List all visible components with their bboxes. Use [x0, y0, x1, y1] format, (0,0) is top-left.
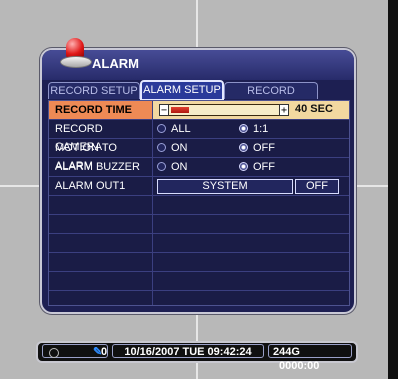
slider-fill: [171, 107, 189, 113]
row-alarm-buzzer: ALARM BUZZER ON OFF: [49, 158, 349, 177]
screen-edge: [388, 0, 398, 379]
radio-icon: [157, 162, 166, 171]
alarm-siren-icon: [58, 34, 92, 68]
radio-selected-icon: [239, 162, 248, 171]
status-bar: ✎ 0 10/16/2007 TUE 09:42:24 244G 0000:00: [36, 341, 358, 372]
storage-display: 244G 0000:00: [268, 344, 352, 372]
slider-decrease-button[interactable]: −: [159, 104, 169, 116]
motion-to-alarm-option-on[interactable]: ON: [157, 142, 188, 154]
empty-row: [49, 291, 349, 305]
alarm-setup-window: ALARM RECORD SETUP ALARM SETUP RECORD EN…: [40, 38, 356, 314]
radio-selected-icon: [239, 143, 248, 152]
alarm-buzzer-option-off[interactable]: OFF: [239, 161, 275, 173]
alarm-buzzer-option-on[interactable]: ON: [157, 161, 188, 173]
storage-capacity: 244G: [273, 346, 300, 358]
empty-row: [49, 234, 349, 253]
channel-count: 0: [101, 346, 108, 358]
settings-table: RECORD TIME − + 40 SEC RECORD CAMERA ALL…: [48, 100, 350, 306]
empty-row: [49, 272, 349, 291]
slider-increase-button[interactable]: +: [279, 104, 289, 116]
empty-row: [49, 196, 349, 215]
record-camera-option-1-1[interactable]: 1:1: [239, 123, 268, 135]
motion-to-alarm-option-off[interactable]: OFF: [239, 142, 275, 154]
motion-to-alarm-label: MOTION TO ALARM: [49, 139, 153, 172]
alarm-out1-mode-button[interactable]: SYSTEM: [157, 179, 293, 194]
radio-selected-icon: [239, 124, 248, 133]
disc-icon: [49, 348, 59, 358]
record-camera-label: RECORD CAMERA: [49, 120, 153, 153]
alarm-buzzer-label: ALARM BUZZER: [49, 158, 153, 176]
row-record-camera: RECORD CAMERA ALL 1:1: [49, 120, 349, 153]
empty-row: [49, 253, 349, 272]
row-record-time[interactable]: RECORD TIME − + 40 SEC: [49, 101, 349, 120]
radio-icon: [157, 124, 166, 133]
record-camera-option-all[interactable]: ALL: [157, 123, 191, 135]
empty-row: [49, 215, 349, 234]
tab-record-setup[interactable]: RECORD SETUP: [48, 82, 140, 99]
record-time-value: − + 40 SEC: [153, 101, 349, 119]
datetime-display: 10/16/2007 TUE 09:42:24: [112, 344, 264, 358]
row-alarm-out1: ALARM OUT1 SYSTEM OFF: [49, 177, 349, 196]
tab-alarm-setup[interactable]: ALARM SETUP: [140, 80, 224, 101]
alarm-out1-label: ALARM OUT1: [49, 177, 153, 195]
radio-icon: [157, 143, 166, 152]
channel-status: ✎ 0: [42, 344, 108, 358]
window-title: ALARM: [92, 56, 139, 71]
alarm-out1-state-button[interactable]: OFF: [295, 179, 339, 194]
row-motion-to-alarm: MOTION TO ALARM ON OFF: [49, 139, 349, 172]
record-counter: 0000:00: [279, 360, 320, 372]
tab-record-enable[interactable]: RECORD ENABLE: [224, 82, 318, 113]
record-time-label: RECORD TIME: [49, 101, 153, 119]
record-time-slider[interactable]: − +: [159, 104, 289, 116]
record-time-readout: 40 SEC: [295, 103, 333, 115]
